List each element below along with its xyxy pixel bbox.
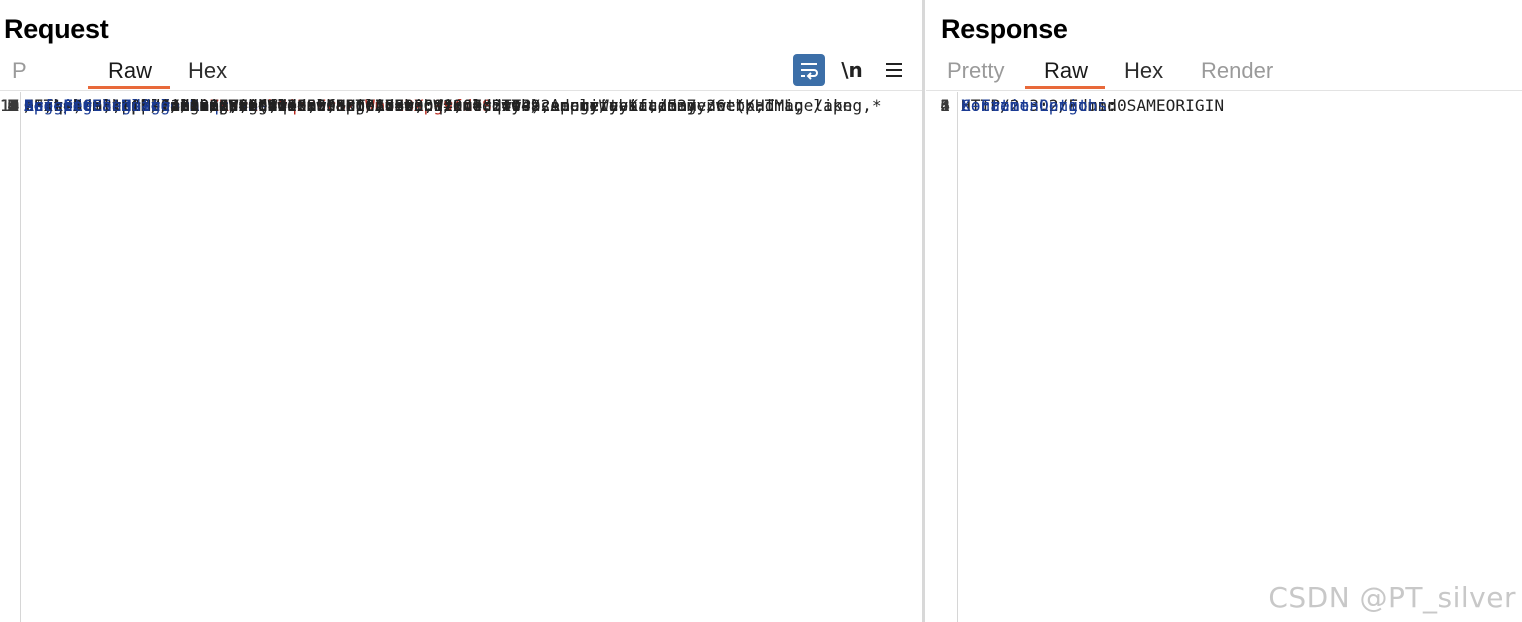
response-tabs: Pretty Raw Hex Render [926,56,1522,90]
line-text: Content-Length: 0 [961,94,1127,118]
request-title: Request [4,14,109,44]
tab-hex[interactable]: Hex [188,58,227,84]
header-name: Content-Length [961,96,1098,115]
wrap-lines-icon [801,63,818,80]
active-tab-indicator [88,86,170,89]
wrap-lines-button[interactable] [793,54,825,86]
text-segment: : 0 [1097,96,1127,115]
show-newlines-button[interactable]: \n [836,54,868,86]
tab-raw[interactable]: Raw [1044,58,1088,84]
line-number-gutter [926,92,958,622]
tab-pretty[interactable]: Pretty [947,58,1004,84]
request-tabs: P Raw Hex [0,56,922,90]
response-editor[interactable]: 1 HTTP/2 302 Found 2 Location: /admin 3 X-Fra… [926,92,1522,622]
line-number: 6 [940,96,950,115]
tab-separator [926,90,1522,91]
text-segment: : zh-CN,zh;q=0.9 [170,96,327,115]
header-name: Accept-Language [24,96,171,115]
watermark: CSDN @PT_silver [1268,581,1516,614]
active-tab-indicator [1025,86,1105,89]
tab-separator [0,90,922,91]
response-title: Response [941,14,1068,44]
panel-divider[interactable] [922,0,925,622]
response-panel: Response Pretty Raw Hex Render 1 HTTP/2 3… [926,0,1522,622]
line-number: 19 [0,96,20,115]
request-editor[interactable]: 1 GET /admin-roles?username=wiener&action… [0,92,922,622]
line-text: Accept-Language: zh-CN,zh;q=0.9 [24,94,326,118]
tab-render[interactable]: Render [1201,58,1273,84]
menu-button[interactable] [878,54,910,86]
tab-pretty-truncated[interactable]: P [12,58,27,84]
request-panel: Request P Raw Hex \n 1 GET /admin-roles?u… [0,0,922,622]
line-number-gutter [0,92,21,622]
hamburger-menu-icon [886,63,902,77]
tab-raw[interactable]: Raw [108,58,152,84]
tab-hex[interactable]: Hex [1124,58,1163,84]
